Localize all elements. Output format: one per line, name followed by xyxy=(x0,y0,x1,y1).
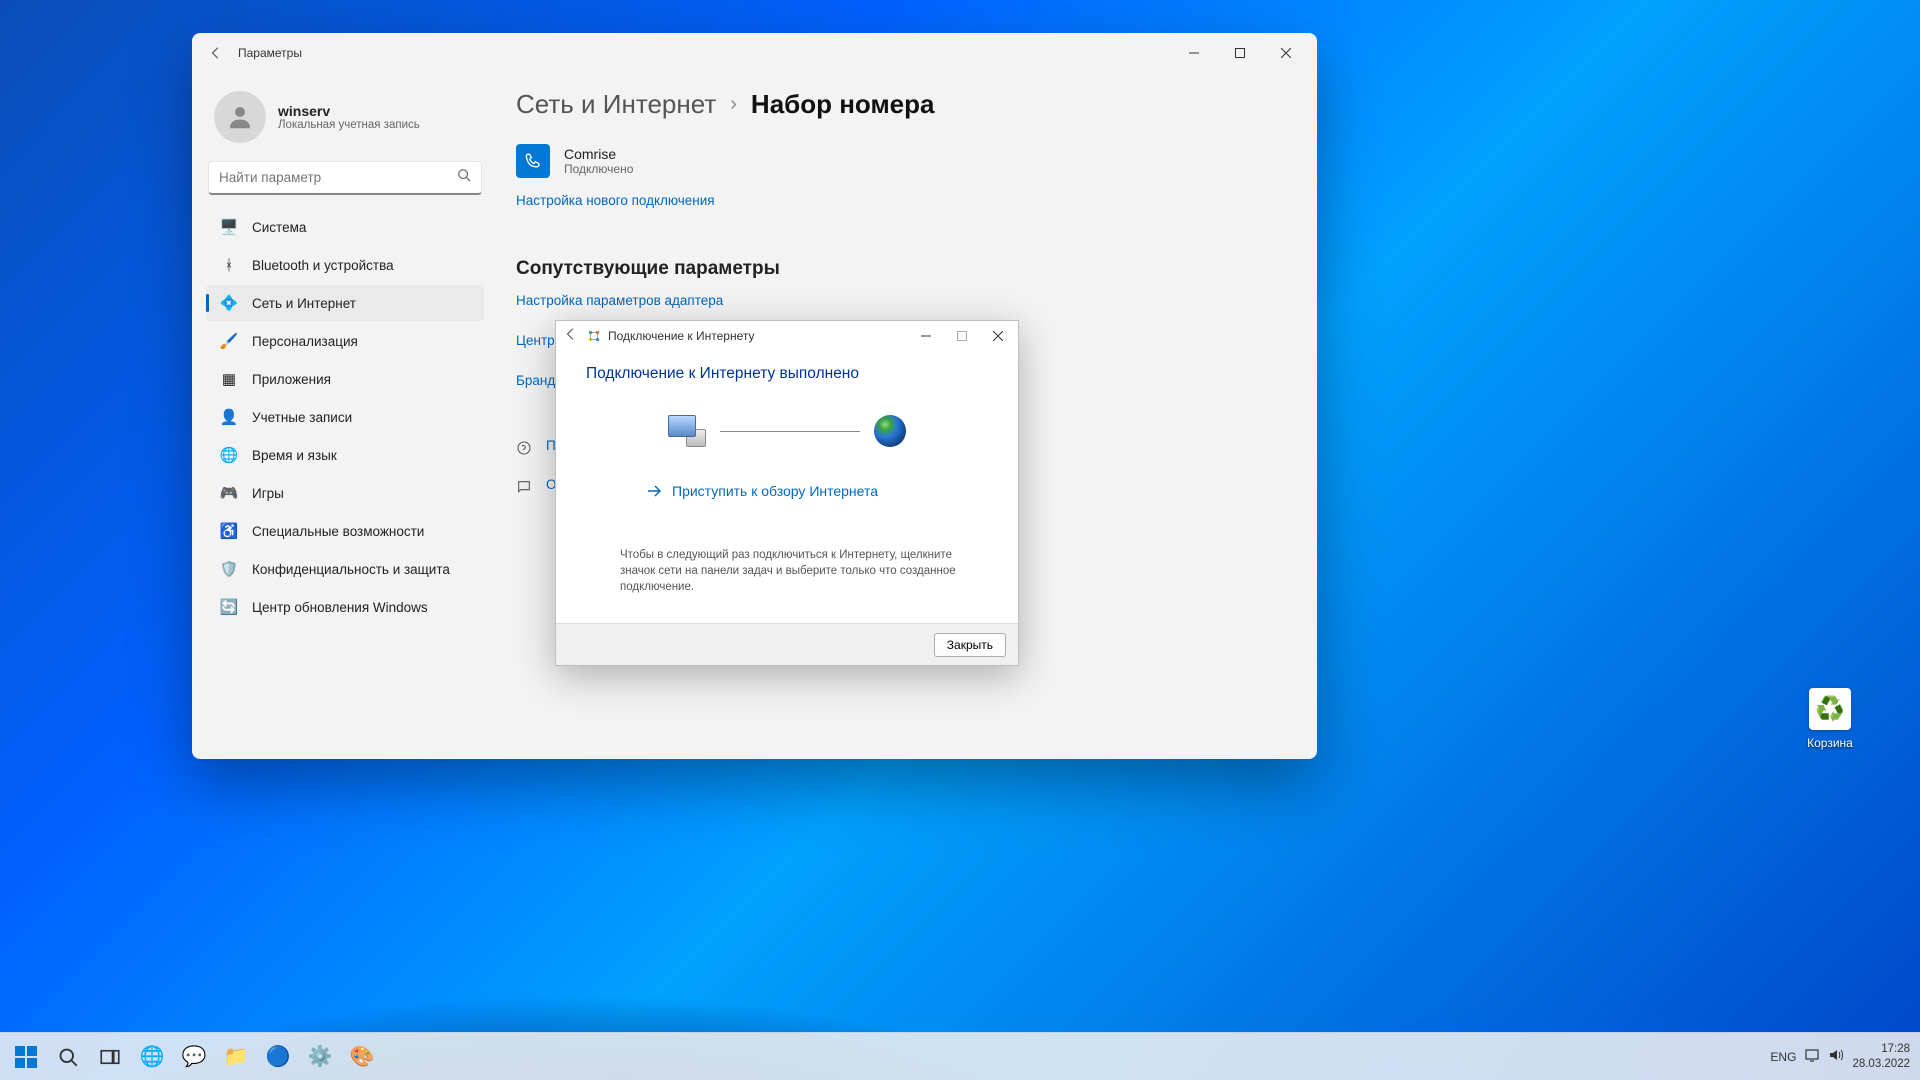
sidebar-item-2[interactable]: 💠 Сеть и Интернет xyxy=(206,285,484,321)
sidebar-item-8[interactable]: ♿ Специальные возможности xyxy=(206,513,484,549)
nav-label: Приложения xyxy=(252,372,331,387)
taskbar-app-explorer[interactable]: 📁 xyxy=(216,1037,256,1077)
breadcrumb: Сеть и Интернет › Набор номера xyxy=(516,89,1281,120)
nav-icon: 🛡️ xyxy=(220,560,238,578)
connection-name: Comrise xyxy=(564,146,633,162)
nav-label: Центр обновления Windows xyxy=(252,600,428,615)
nav-label: Bluetooth и устройства xyxy=(252,258,394,273)
phone-icon xyxy=(516,144,550,178)
nav-label: Учетные записи xyxy=(252,410,352,425)
internet-dialog: Подключение к Интернету Подключение к Ин… xyxy=(555,320,1019,666)
search-icon xyxy=(457,168,471,187)
connection-card[interactable]: Comrise Подключено xyxy=(516,144,1281,178)
sidebar-item-0[interactable]: 🖥️ Система xyxy=(206,209,484,245)
chevron-right-icon: › xyxy=(730,93,737,116)
recycle-bin[interactable]: ♻️ Корзина xyxy=(1792,688,1868,752)
connection-diagram xyxy=(580,415,994,447)
profile-sub: Локальная учетная запись xyxy=(278,119,420,131)
nav-label: Игры xyxy=(252,486,284,501)
window-title: Параметры xyxy=(238,46,302,60)
nav-icon: 👤 xyxy=(220,408,238,426)
tray-language[interactable]: ENG xyxy=(1770,1050,1796,1064)
taskbar-app-edge[interactable]: 🔵 xyxy=(258,1037,298,1077)
nav-icon: 🖥️ xyxy=(220,218,238,236)
taskbar-search[interactable] xyxy=(48,1037,88,1077)
tray-volume-icon[interactable] xyxy=(1828,1047,1844,1066)
dialog-back-button[interactable] xyxy=(564,327,580,346)
profile-block[interactable]: winserv Локальная учетная запись xyxy=(200,81,490,161)
tray-clock[interactable]: 17:28 28.03.2022 xyxy=(1852,1042,1910,1071)
dialog-footer: Закрыть xyxy=(556,623,1018,665)
dialog-title: Подключение к Интернету xyxy=(608,329,755,343)
link-adapter[interactable]: Настройка параметров адаптера xyxy=(516,293,723,308)
start-button[interactable] xyxy=(6,1037,46,1077)
dialog-heading: Подключение к Интернету выполнено xyxy=(586,365,994,383)
breadcrumb-current: Набор номера xyxy=(751,89,935,120)
search-input[interactable] xyxy=(219,170,457,185)
taskbar-app-browser1[interactable]: 🌐 xyxy=(132,1037,172,1077)
sidebar-item-6[interactable]: 🌐 Время и язык xyxy=(206,437,484,473)
taskbar-app-settings[interactable]: ⚙️ xyxy=(300,1037,340,1077)
titlebar: Параметры xyxy=(192,33,1317,73)
nav-label: Специальные возможности xyxy=(252,524,424,539)
browse-label: Приступить к обзору Интернета xyxy=(672,483,878,499)
globe-icon xyxy=(874,415,906,447)
sidebar-item-10[interactable]: 🔄 Центр обновления Windows xyxy=(206,589,484,625)
recycle-bin-icon: ♻️ xyxy=(1809,688,1851,730)
sidebar-item-3[interactable]: 🖌️ Персонализация xyxy=(206,323,484,359)
close-button[interactable] xyxy=(1263,37,1309,69)
sidebar-item-1[interactable]: ᚼ Bluetooth и устройства xyxy=(206,247,484,283)
close-dialog-button[interactable]: Закрыть xyxy=(934,633,1006,657)
related-heading: Сопутствующие параметры xyxy=(516,258,1281,280)
connection-status: Подключено xyxy=(564,162,633,176)
tray-date: 28.03.2022 xyxy=(1852,1057,1910,1071)
tray-time: 17:28 xyxy=(1852,1042,1910,1056)
tray-network-icon[interactable] xyxy=(1804,1047,1820,1066)
nav-icon: 🌐 xyxy=(220,446,238,464)
maximize-button[interactable] xyxy=(1217,37,1263,69)
profile-name: winserv xyxy=(278,103,420,119)
nav-label: Время и язык xyxy=(252,448,337,463)
sidebar-item-7[interactable]: 🎮 Игры xyxy=(206,475,484,511)
nav-label: Конфиденциальность и защита xyxy=(252,562,450,577)
sidebar-item-9[interactable]: 🛡️ Конфиденциальность и защита xyxy=(206,551,484,587)
sidebar-item-5[interactable]: 👤 Учетные записи xyxy=(206,399,484,435)
taskbar: 🌐 💬 📁 🔵 ⚙️ 🎨 ENG 17:28 28.03.2022 xyxy=(0,1032,1920,1080)
minimize-button[interactable] xyxy=(1171,37,1217,69)
task-view-button[interactable] xyxy=(90,1037,130,1077)
computer-icon xyxy=(668,415,706,447)
connection-line xyxy=(720,431,860,432)
nav-label: Персонализация xyxy=(252,334,358,349)
dialog-minimize-button[interactable] xyxy=(908,322,944,350)
nav-icon: 🎮 xyxy=(220,484,238,502)
dialog-hint: Чтобы в следующий раз подключиться к Инт… xyxy=(620,547,984,595)
recycle-bin-label: Корзина xyxy=(1807,736,1853,750)
nav-label: Сеть и Интернет xyxy=(252,296,356,311)
new-connection-link[interactable]: Настройка нового подключения xyxy=(516,193,715,208)
feedback-icon xyxy=(516,479,534,500)
taskbar-app-teams[interactable]: 💬 xyxy=(174,1037,214,1077)
network-icon xyxy=(586,328,602,344)
nav-icon: 🔄 xyxy=(220,598,238,616)
back-button[interactable] xyxy=(204,41,228,65)
dialog-maximize-button xyxy=(944,322,980,350)
sidebar-item-4[interactable]: ▦ Приложения xyxy=(206,361,484,397)
nav-icon: ▦ xyxy=(220,370,238,388)
nav-list: 🖥️ Система ᚼ Bluetooth и устройства 💠 Сеть и … xyxy=(200,209,490,625)
sidebar: winserv Локальная учетная запись 🖥️ Систе… xyxy=(200,73,490,751)
search-box[interactable] xyxy=(208,161,482,195)
browse-internet-link[interactable]: Приступить к обзору Интернета xyxy=(646,483,994,499)
avatar-icon xyxy=(214,91,266,143)
dialog-titlebar: Подключение к Интернету xyxy=(556,321,1018,351)
help-icon xyxy=(516,440,534,461)
dialog-close-button[interactable] xyxy=(980,322,1016,350)
nav-icon: 🖌️ xyxy=(220,332,238,350)
nav-icon: ᚼ xyxy=(220,256,238,274)
nav-label: Система xyxy=(252,220,306,235)
nav-icon: ♿ xyxy=(220,522,238,540)
nav-icon: 💠 xyxy=(220,294,238,312)
taskbar-app-paint[interactable]: 🎨 xyxy=(342,1037,382,1077)
breadcrumb-parent[interactable]: Сеть и Интернет xyxy=(516,89,716,120)
